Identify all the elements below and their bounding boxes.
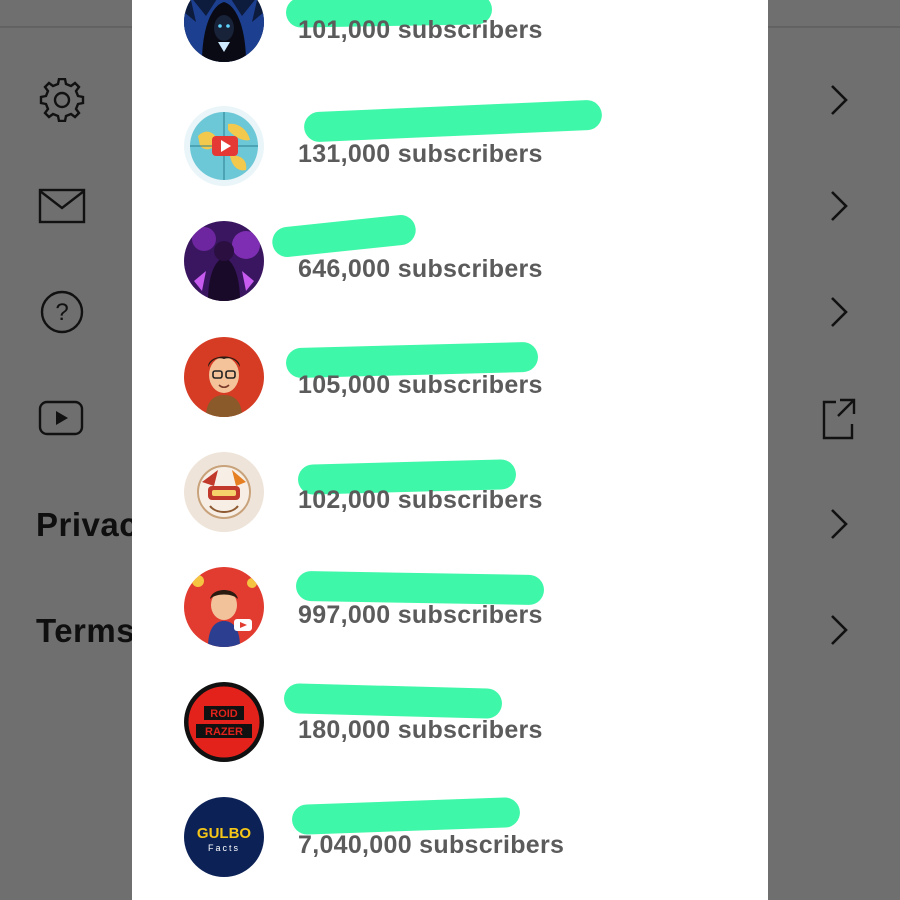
mail-icon: [36, 184, 88, 228]
help-icon: ?: [36, 290, 88, 334]
channel-list-item[interactable]: 997,000 subscribers: [132, 567, 768, 682]
channel-avatar[interactable]: [184, 221, 264, 301]
avatar-text-razer: RAZER: [205, 726, 243, 738]
channel-list-item[interactable]: 102,000 subscribers: [132, 452, 768, 567]
avatar-text-roid: ROID: [210, 708, 238, 720]
channel-avatar[interactable]: [184, 106, 264, 186]
subscriber-count: 101,000 subscribers: [298, 16, 543, 44]
redacted-channel-name: [283, 683, 503, 719]
channel-avatar[interactable]: [184, 337, 264, 417]
channel-list-dialog: 101,000 subscribers 131,000 subscribers: [132, 0, 768, 900]
redacted-channel-name: [291, 797, 521, 835]
terms-label: Terms: [36, 612, 136, 649]
channel-avatar[interactable]: [184, 567, 264, 647]
chevron-right-icon: [822, 608, 856, 652]
channel-list-item[interactable]: 105,000 subscribers: [132, 337, 768, 452]
subscriber-count: 131,000 subscribers: [298, 140, 543, 168]
channel-list-item[interactable]: 646,000 subscribers: [132, 213, 768, 336]
subscriber-count: 180,000 subscribers: [298, 716, 543, 744]
svg-text:?: ?: [55, 299, 68, 326]
chevron-right-icon: [822, 502, 856, 546]
subscriber-count: 102,000 subscribers: [298, 486, 543, 514]
channel-avatar[interactable]: ROID RAZER: [184, 682, 264, 762]
channel-avatar[interactable]: [184, 0, 264, 62]
youtube-icon: [36, 396, 88, 440]
subscriber-count: 997,000 subscribers: [298, 601, 543, 629]
channel-list-item[interactable]: ROID RAZER 180,000 subscribers: [132, 682, 768, 797]
redacted-channel-name: [270, 213, 418, 259]
channel-list-item[interactable]: 101,000 subscribers: [132, 0, 768, 97]
external-link-icon: [822, 396, 856, 440]
gear-icon: [36, 77, 88, 123]
chevron-right-icon: [822, 290, 856, 334]
chevron-right-icon: [822, 184, 856, 228]
channel-list-item[interactable]: GULBO Facts 7,040,000 subscribers: [132, 797, 768, 900]
avatar-text-facts: Facts: [208, 843, 240, 853]
privacy-label: Privac: [36, 506, 139, 543]
redacted-channel-name: [295, 570, 545, 606]
channel-avatar[interactable]: [184, 452, 264, 532]
channel-list-item[interactable]: 131,000 subscribers: [132, 99, 768, 221]
subscriber-count: 7,040,000 subscribers: [298, 831, 565, 859]
channel-avatar[interactable]: GULBO Facts: [184, 797, 264, 877]
chevron-right-icon: [822, 78, 856, 122]
subscriber-count: 105,000 subscribers: [298, 371, 543, 399]
subscriber-count: 646,000 subscribers: [298, 255, 543, 283]
redacted-channel-name: [303, 99, 603, 143]
avatar-text-gulbo: GULBO: [197, 825, 251, 842]
